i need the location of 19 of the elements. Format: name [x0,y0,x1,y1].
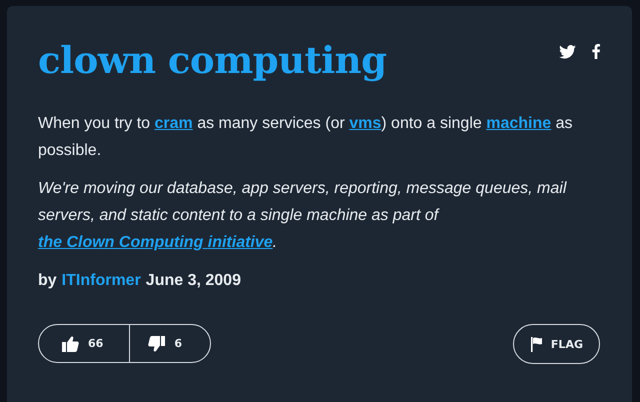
downvote-button[interactable]: 6 [129,325,210,362]
word-link[interactable]: the Clown Computing [38,234,208,251]
flag-button[interactable]: FLAG [512,324,600,364]
thumbs-down-icon [148,336,166,352]
definition-text: When you try to cram as many services (or vms) onto a single machine as possible. [38,114,574,161]
example-text: We're moving our database, app servers, reporting, message queues, mail servers, and static content to a single machine as part of the Clown Computing initiative. [38,179,568,253]
by-label: by [38,272,57,290]
word-title[interactable]: clown computing [38,32,386,88]
author-link[interactable]: ITInformer [62,272,141,290]
post-date: June 3, 2009 [146,272,241,290]
bird-icon[interactable] [559,44,576,58]
flag-icon [530,336,543,352]
word-link[interactable]: initiative [208,234,273,251]
facebook-icon[interactable] [592,44,600,59]
word-link[interactable]: cram [154,115,193,132]
upvote-button[interactable]: 66 [39,325,130,362]
word-link[interactable]: vms [349,115,382,132]
word-link[interactable]: machine [486,115,552,132]
thumbs-up-icon [62,336,79,352]
